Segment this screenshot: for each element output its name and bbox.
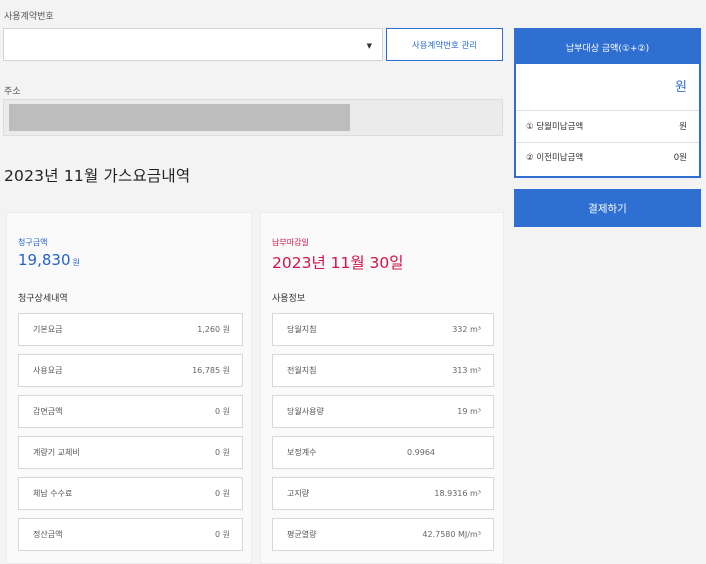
bill-row: 정산금액 0 원 [18,518,243,551]
bill-row-label: 감면금액 [33,407,63,416]
page-title: 2023년 11월 가스요금내역 [4,167,191,185]
usage-row-label: 보정계수 [287,448,317,457]
payment-summary-box: 납부대상 금액(①+②) 원 ① 당월미납금액 원 ② 이전미납금액 0원 [514,28,701,178]
address-field [3,99,503,136]
usage-row: 보정계수 0.9964 [272,436,494,469]
usage-row-value: 18.9316 m³ [434,489,481,498]
usage-row-value: 19 m³ [457,407,481,416]
usage-row: 평균열량 42.7580 MJ/m³ [272,518,494,551]
usage-panel: 납부마감일 2023년 11월 30일 사용정보 당월지침 332 m³ 전월지… [260,212,504,564]
contract-number-label: 사용계약번호 [4,12,54,22]
bill-row-label: 체납 수수료 [33,489,73,498]
usage-row: 고지량 18.9316 m³ [272,477,494,510]
previous-unpaid-label: ② 이전미납금액 [526,153,584,163]
bill-row-label: 계량기 교체비 [33,448,80,457]
bill-row-value: 0 원 [215,530,230,539]
usage-row-label: 당월사용량 [287,407,324,416]
usage-row-label: 전월지침 [287,366,317,375]
current-unpaid-row: ① 당월미납금액 원 [526,120,687,132]
divider [516,110,699,111]
bill-row: 감면금액 0 원 [18,395,243,428]
previous-unpaid-row: ② 이전미납금액 0원 [526,151,687,163]
address-label: 주소 [4,87,21,97]
usage-row-value: 332 m³ [452,325,481,334]
bill-row: 계량기 교체비 0 원 [18,436,243,469]
bill-row-label: 정산금액 [33,530,63,539]
bill-row-value: 16,785 원 [192,366,230,375]
usage-info-title: 사용정보 [272,294,306,304]
usage-row-value: 0.9964 [407,448,435,457]
bill-row-value: 0 원 [215,489,230,498]
contract-number-select[interactable]: ▼ [3,28,383,61]
chevron-down-icon: ▼ [366,42,372,50]
payment-total-unit: 원 [675,80,687,95]
bill-panel: 청구금액 19,830 원 청구상세내역 기본요금 1,260 원 사용요금 16… [6,212,252,564]
payment-summary-title: 납부대상 금액(①+②) [516,30,699,64]
usage-row-label: 평균열량 [287,530,317,539]
usage-row-value: 313 m³ [452,366,481,375]
bill-amount-label: 청구금액 [18,238,48,247]
divider [516,142,699,143]
current-unpaid-value: 원 [679,122,687,132]
bill-row-label: 사용요금 [33,366,63,375]
pay-button[interactable]: 결제하기 [514,189,701,227]
bill-amount-unit: 원 [72,258,80,267]
bill-detail-title: 청구상세내역 [18,294,68,304]
usage-row-value: 42.7580 MJ/m³ [422,530,481,539]
usage-row: 전월지침 313 m³ [272,354,494,387]
usage-row-label: 당월지침 [287,325,317,334]
usage-row: 당월지침 332 m³ [272,313,494,346]
bill-amount: 19,830 원 [18,251,80,269]
bill-row-value: 0 원 [215,407,230,416]
bill-row: 체납 수수료 0 원 [18,477,243,510]
bill-row-value: 1,260 원 [197,325,230,334]
due-date-value: 2023년 11월 30일 [272,254,404,272]
bill-row: 사용요금 16,785 원 [18,354,243,387]
previous-unpaid-value: 0원 [673,153,687,163]
bill-row-value: 0 원 [215,448,230,457]
current-unpaid-label: ① 당월미납금액 [526,122,584,132]
manage-contract-button[interactable]: 사용계약번호 관리 [386,28,503,61]
usage-row-label: 고지량 [287,489,310,498]
bill-row: 기본요금 1,260 원 [18,313,243,346]
due-date-label: 납부마감일 [272,238,309,247]
address-redacted-block [9,104,350,131]
usage-row: 당월사용량 19 m³ [272,395,494,428]
bill-row-label: 기본요금 [33,325,63,334]
bill-amount-value: 19,830 [18,251,71,269]
